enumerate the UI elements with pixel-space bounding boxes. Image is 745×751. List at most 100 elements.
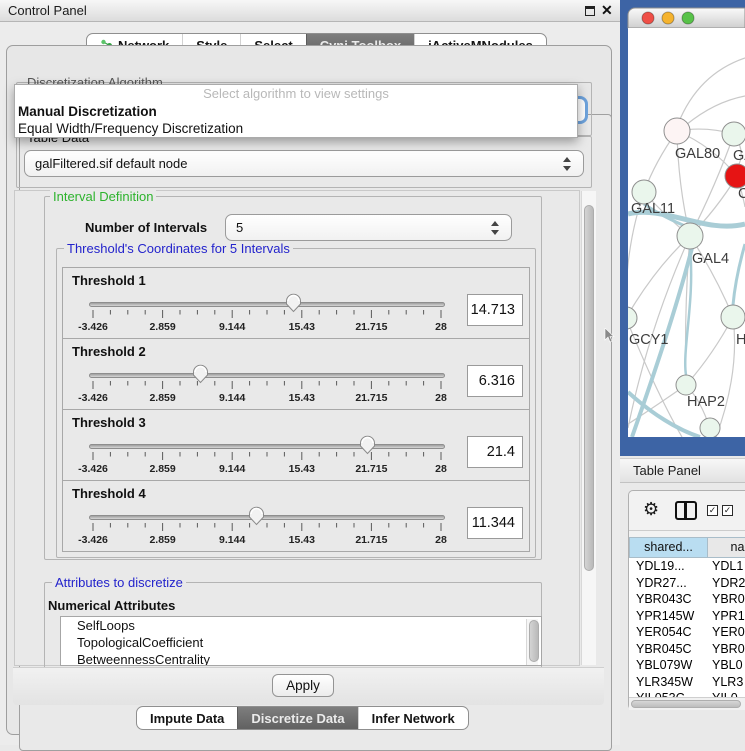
float-window-icon[interactable]	[585, 6, 595, 16]
attributes-scrollbar-thumb[interactable]	[529, 620, 539, 662]
table-row[interactable]: YIL053CYIL0	[629, 690, 745, 697]
network-node-gal80[interactable]	[664, 118, 690, 144]
threshold-value-field[interactable]: 14.713	[467, 294, 523, 326]
table-row[interactable]: YBL079WYBL0	[629, 657, 745, 674]
algorithm-option[interactable]: Equal Width/Frequency Discretization	[15, 120, 577, 137]
threshold-value-field[interactable]: 21.4	[467, 436, 523, 468]
attribute-item[interactable]: BetweennessCentrality	[61, 651, 541, 666]
cell-name: YLR3	[708, 674, 745, 691]
threshold-value-field[interactable]: 11.344	[467, 507, 523, 539]
cell-name: YBR0	[708, 591, 745, 608]
slider-tick-label: -3.426	[78, 463, 108, 475]
attributes-scrollbar[interactable]	[526, 619, 538, 665]
network-node[interactable]	[700, 418, 720, 438]
slider-tick-label: 21.715	[355, 392, 387, 404]
cell-shared-name: YIL053C	[629, 690, 708, 697]
node-label: C	[738, 186, 745, 202]
panel-title: Control Panel	[8, 3, 87, 18]
slider-thumb[interactable]	[192, 364, 209, 384]
node-label: HAP2	[687, 394, 725, 410]
threshold-value-field[interactable]: 6.316	[467, 365, 523, 397]
network-node-gal4[interactable]	[677, 223, 703, 249]
close-icon[interactable]: ✕	[601, 2, 613, 19]
numerical-attributes-list[interactable]: SelfLoopsTopologicalCoefficientBetweenne…	[60, 616, 542, 666]
slider-track[interactable]	[89, 302, 445, 307]
algorithm-option[interactable]: Manual Discretization	[15, 103, 577, 120]
tab-label: Infer Network	[372, 711, 455, 726]
slider-track[interactable]	[89, 373, 445, 378]
network-node-ga[interactable]	[722, 122, 745, 146]
attribute-item[interactable]: SelfLoops	[61, 617, 541, 634]
tab-infer-network[interactable]: Infer Network	[358, 707, 468, 729]
number-of-intervals-label: Number of Intervals	[85, 220, 207, 235]
table-hscrollbar-thumb[interactable]	[631, 700, 741, 708]
slider-tick-label: 28	[435, 392, 447, 404]
table-panel-titlebar: Table Panel	[620, 458, 745, 483]
threshold-label: Threshold 4	[72, 486, 146, 501]
node-label: GAL4	[692, 251, 729, 267]
slider-tick-label: 28	[435, 321, 447, 333]
split-columns-icon[interactable]	[675, 501, 697, 520]
cell-shared-name: YPR145W	[629, 608, 708, 625]
traffic-lights[interactable]	[642, 12, 694, 24]
main-vertical-scrollbar[interactable]	[581, 191, 596, 665]
main-scrollbar-thumb[interactable]	[584, 205, 594, 571]
cell-name: YIL0	[708, 690, 745, 697]
control-panel: Control Panel ✕ NetworkStyleSelectCyni T…	[0, 0, 620, 745]
number-of-intervals-combo[interactable]: 5	[225, 214, 512, 241]
algorithm-dropdown-hint: Select algorithm to view settings	[15, 85, 577, 103]
slider-thumb[interactable]	[248, 506, 265, 526]
slider-tick-label: 15.43	[289, 392, 315, 404]
table-row[interactable]: YBR045CYBR0	[629, 641, 745, 658]
spinner-arrows-icon	[491, 220, 500, 236]
cell-name: YER0	[708, 624, 745, 641]
threshold-slider-row: -3.4262.8599.14415.4321.7152821.4	[63, 434, 529, 480]
checkbox-icon[interactable]: ✓	[722, 505, 733, 516]
table-toolbar: ⚙ ✓ ✓	[629, 491, 745, 531]
table-panel-title: Table Panel	[633, 463, 701, 478]
node-label: GAL11	[631, 201, 675, 217]
slider-tick-label: 15.43	[289, 321, 315, 333]
table-row[interactable]: YLR345WYLR3	[629, 674, 745, 691]
attributes-group-title: Attributes to discretize	[52, 575, 186, 590]
tab-discretize-data[interactable]: Discretize Data	[237, 707, 357, 729]
slider-tick-label: 28	[435, 534, 447, 546]
slider-ticks	[89, 381, 445, 391]
slider-track[interactable]	[89, 515, 445, 520]
network-node-c[interactable]	[725, 164, 745, 188]
cell-shared-name: YDR27...	[629, 575, 708, 592]
slider-thumb[interactable]	[359, 435, 376, 455]
close-light-icon[interactable]	[642, 12, 654, 24]
tab-impute-data[interactable]: Impute Data	[137, 707, 237, 729]
node-label: H	[736, 332, 745, 348]
network-view-window[interactable]: GAL80GACGAL11GAL4GCY1HHAP2	[620, 0, 745, 456]
node-label: GAL80	[675, 146, 720, 162]
minimize-light-icon[interactable]	[662, 12, 674, 24]
checkbox-icon[interactable]: ✓	[707, 505, 718, 516]
zoom-light-icon[interactable]	[682, 12, 694, 24]
attribute-item[interactable]: TopologicalCoefficient	[61, 634, 541, 651]
table-data-combo-value: galFiltered.sif default node	[35, 156, 187, 171]
slider-track[interactable]	[89, 444, 445, 449]
cell-shared-name: YBR045C	[629, 641, 708, 658]
network-node-h[interactable]	[721, 305, 745, 329]
slider-tick-label: 28	[435, 463, 447, 475]
table-horizontal-scrollbar[interactable]	[629, 697, 745, 710]
table-row[interactable]: YDR27...YDR2	[629, 575, 745, 592]
apply-button[interactable]: Apply	[272, 674, 334, 697]
network-node-hap2[interactable]	[676, 375, 696, 395]
slider-tick-label: 2.859	[149, 534, 175, 546]
column-header-1[interactable]: shared...	[629, 537, 708, 558]
slider-tick-label: 21.715	[355, 534, 387, 546]
table-row[interactable]: YER054CYER0	[629, 624, 745, 641]
column-header-2[interactable]: na	[708, 537, 745, 558]
slider-thumb[interactable]	[285, 293, 302, 313]
table-row[interactable]: YPR145WYPR1	[629, 608, 745, 625]
table-header-row: shared...na	[629, 537, 745, 558]
table-data-combo[interactable]: galFiltered.sif default node	[24, 150, 584, 177]
table-row[interactable]: YDL19...YDL1	[629, 558, 745, 575]
gear-icon[interactable]: ⚙	[643, 499, 659, 520]
cell-name: YBR0	[708, 641, 745, 658]
cell-name: YBL0	[708, 657, 745, 674]
table-row[interactable]: YBR043CYBR0	[629, 591, 745, 608]
